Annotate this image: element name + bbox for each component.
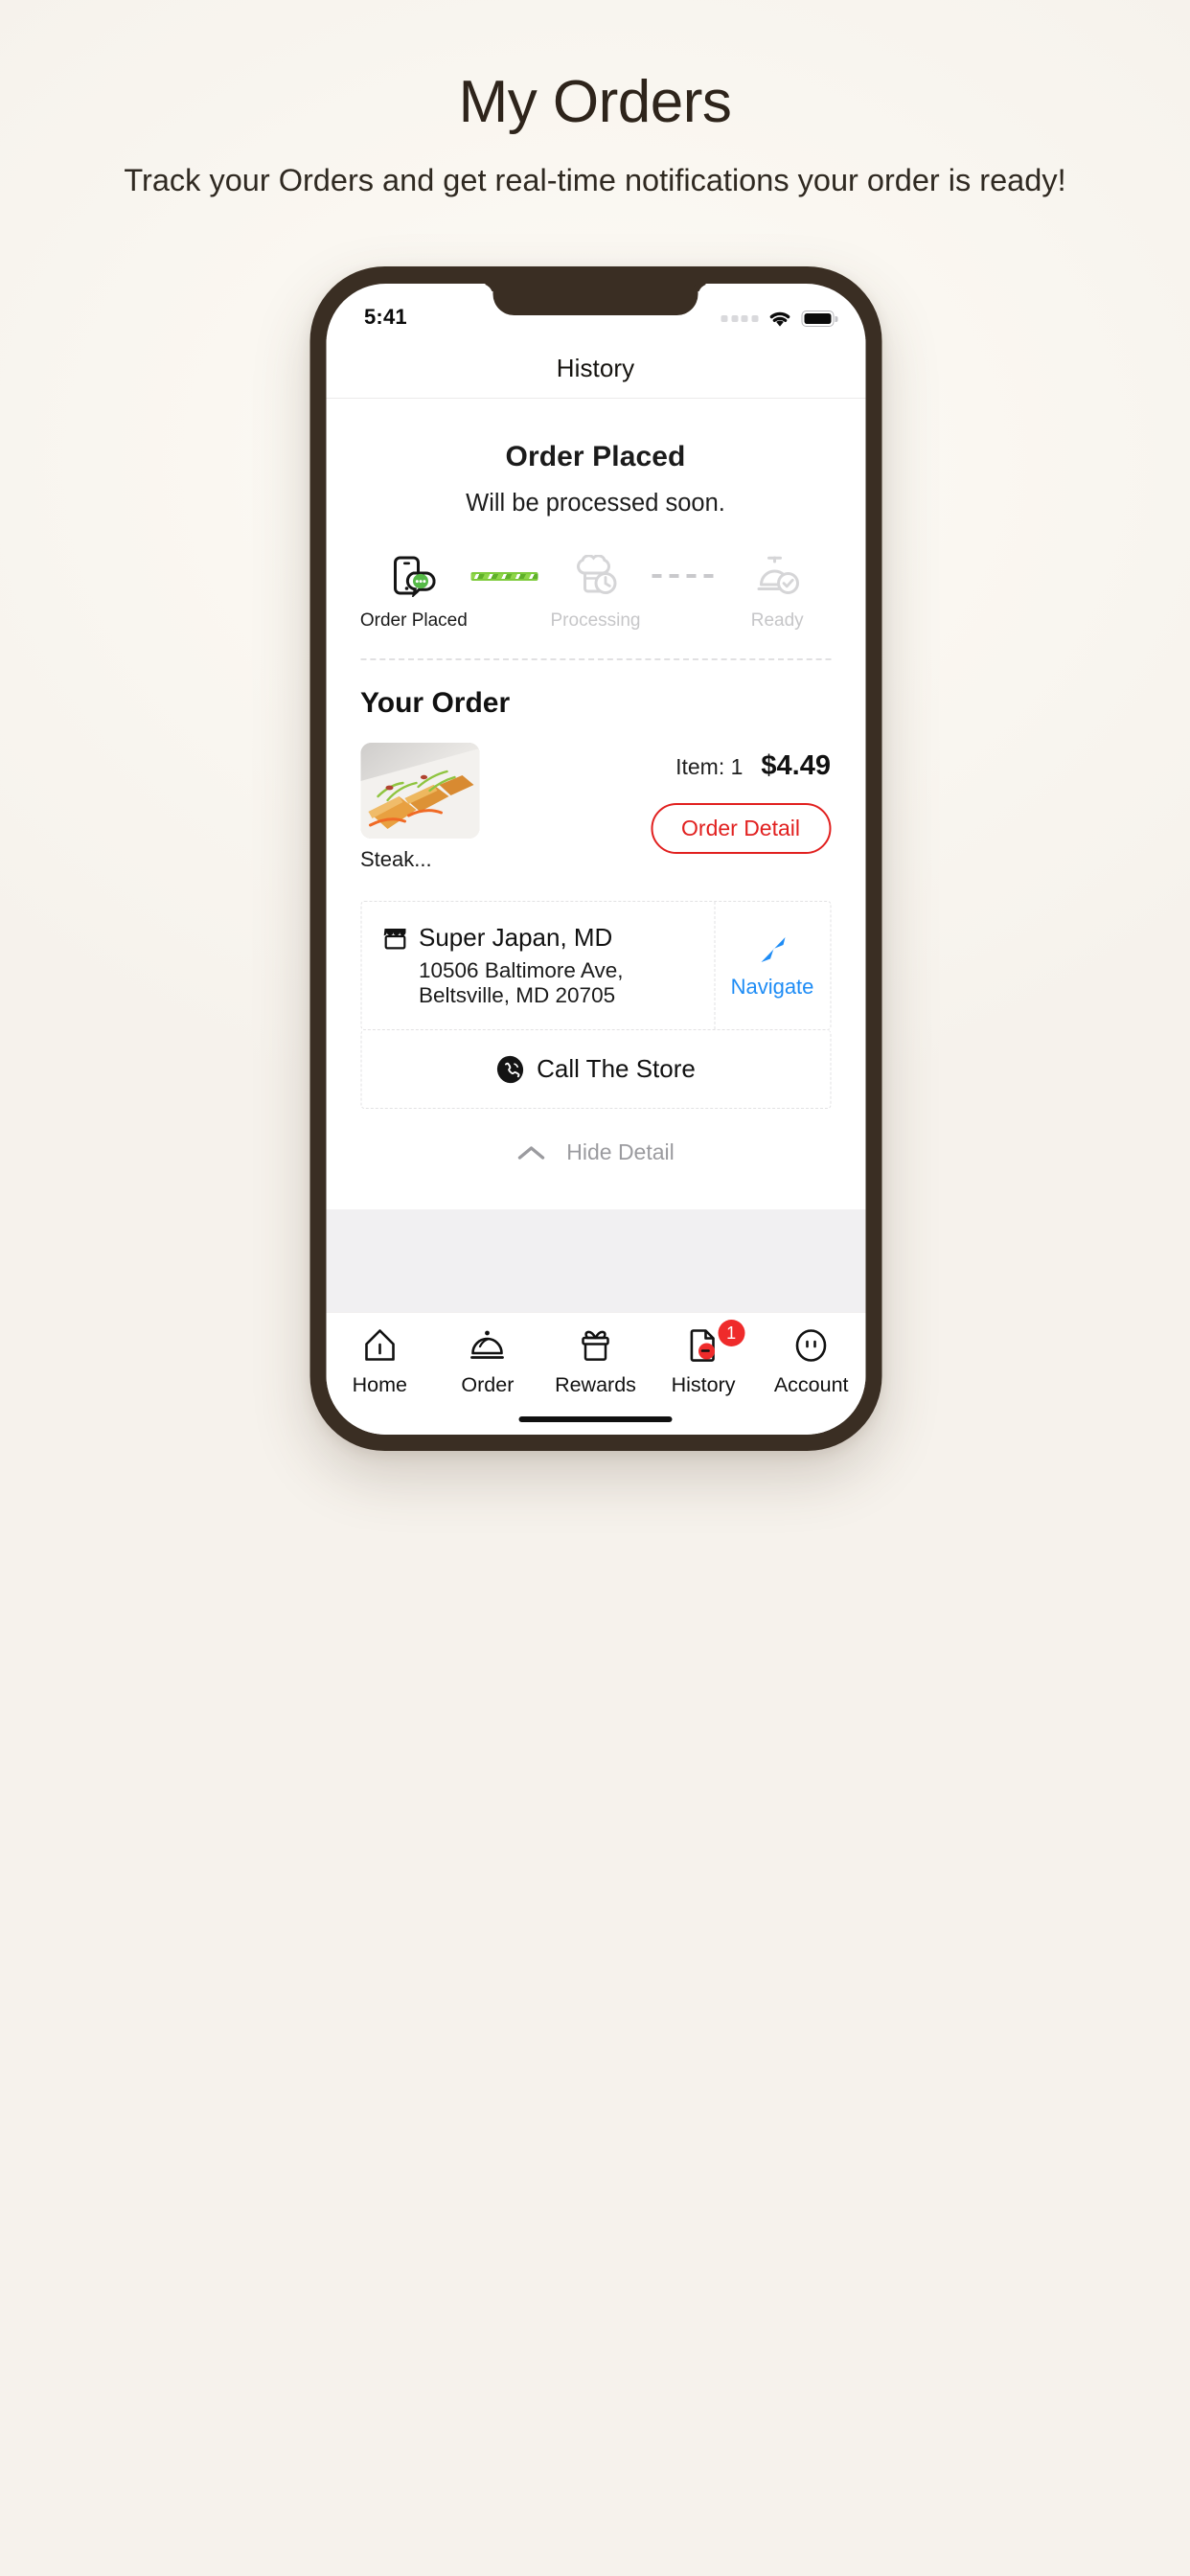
content-filler xyxy=(326,1209,865,1312)
call-store-button[interactable]: Call The Store xyxy=(360,1030,831,1109)
store-details: Super Japan, MD 10506 Baltimore Ave, Bel… xyxy=(361,902,715,1029)
app-content[interactable]: Order Placed Will be processed soon. Ord… xyxy=(326,399,865,1312)
order-price-line: Item: 1 $4.49 xyxy=(675,750,831,782)
tracker-connector-inactive xyxy=(651,554,721,598)
call-store-label: Call The Store xyxy=(537,1054,696,1083)
order-status-title: Order Placed xyxy=(505,441,686,472)
battery-icon xyxy=(801,310,837,327)
app-navbar: History xyxy=(326,339,865,399)
tracker-step-label: Processing xyxy=(550,610,641,631)
hide-detail-label: Hide Detail xyxy=(566,1139,675,1164)
phone-screen: 5:41 History Order Placed Will be proces… xyxy=(326,284,865,1435)
tab-order[interactable]: Order xyxy=(434,1326,541,1397)
signal-dots-icon xyxy=(721,314,758,322)
store-name: Super Japan, MD xyxy=(419,923,613,952)
wifi-icon xyxy=(769,311,790,327)
status-bar: 5:41 xyxy=(326,284,865,339)
hide-detail-button[interactable]: Hide Detail xyxy=(326,1139,865,1194)
order-price-col: Item: 1 $4.49 Order Detail xyxy=(651,743,831,854)
tab-label: Home xyxy=(352,1373,407,1396)
chevron-up-icon xyxy=(517,1145,544,1160)
order-item-row: Steak... Item: 1 $4.49 Order Detail xyxy=(326,743,865,872)
tab-label: Account xyxy=(773,1373,849,1396)
order-item-name: Steak... xyxy=(360,847,432,871)
store-address: 10506 Baltimore Ave, Beltsville, MD 2070… xyxy=(419,958,624,1007)
order-card: Order Placed Will be processed soon. Ord… xyxy=(326,399,865,1209)
your-order-heading: Your Order xyxy=(360,687,511,719)
phone-chat-icon xyxy=(392,554,436,598)
storefront-icon xyxy=(383,928,405,949)
tracker-step-label: Ready xyxy=(750,610,804,631)
cloche-icon xyxy=(469,1326,506,1365)
home-icon xyxy=(361,1326,398,1365)
tab-account[interactable]: Account xyxy=(758,1326,865,1397)
tab-label: Rewards xyxy=(555,1373,636,1396)
navbar-title: History xyxy=(556,354,635,382)
document-icon xyxy=(685,1326,721,1365)
order-item-info: Steak... xyxy=(360,743,600,872)
navigate-button[interactable]: Navigate xyxy=(715,902,830,1029)
phone-mockup: 5:41 History Order Placed Will be proces… xyxy=(60,266,1131,1455)
food-photo[interactable] xyxy=(360,743,479,839)
order-status-subtitle: Will be processed soon. xyxy=(466,490,725,517)
promo-header: My Orders Track your Orders and get real… xyxy=(0,0,1190,202)
status-time: 5:41 xyxy=(364,305,407,329)
phone-call-icon xyxy=(496,1055,523,1083)
navigate-label: Navigate xyxy=(730,974,814,999)
tab-history[interactable]: 1 History xyxy=(650,1320,757,1397)
phone-frame: 5:41 History Order Placed Will be proces… xyxy=(309,266,881,1451)
tracker-step-ready: Ready xyxy=(721,554,833,632)
face-icon xyxy=(793,1326,830,1365)
order-detail-button[interactable]: Order Detail xyxy=(651,803,831,854)
tab-home[interactable]: Home xyxy=(326,1326,433,1397)
tab-label: Order xyxy=(461,1373,515,1396)
home-indicator xyxy=(518,1416,673,1422)
store-name-row: Super Japan, MD xyxy=(382,923,698,953)
bell-check-icon xyxy=(755,554,799,598)
tracker-step-processing: Processing xyxy=(540,554,652,632)
gift-icon xyxy=(577,1326,613,1365)
tracker-connector-active xyxy=(469,554,540,598)
tracker-step-order-placed: Order Placed xyxy=(358,554,469,632)
page-title: My Orders xyxy=(458,69,732,135)
status-icons xyxy=(721,309,837,328)
order-item-count: Item: 1 xyxy=(675,754,744,779)
tracker-step-label: Order Placed xyxy=(359,610,468,631)
chef-hat-clock-icon xyxy=(574,554,618,598)
page-subtitle: Track your Orders and get real-time noti… xyxy=(124,163,1066,198)
order-progress-tracker: Order Placed Processing Ready xyxy=(326,554,865,632)
navigation-arrow-icon xyxy=(761,936,785,962)
store-info-box: Super Japan, MD 10506 Baltimore Ave, Bel… xyxy=(360,901,831,1030)
tab-label: History xyxy=(671,1373,736,1396)
history-badge: 1 xyxy=(718,1320,745,1346)
order-item-price: $4.49 xyxy=(761,750,831,781)
tab-rewards[interactable]: Rewards xyxy=(541,1326,649,1397)
order-status-block: Order Placed Will be processed soon. xyxy=(326,399,865,518)
